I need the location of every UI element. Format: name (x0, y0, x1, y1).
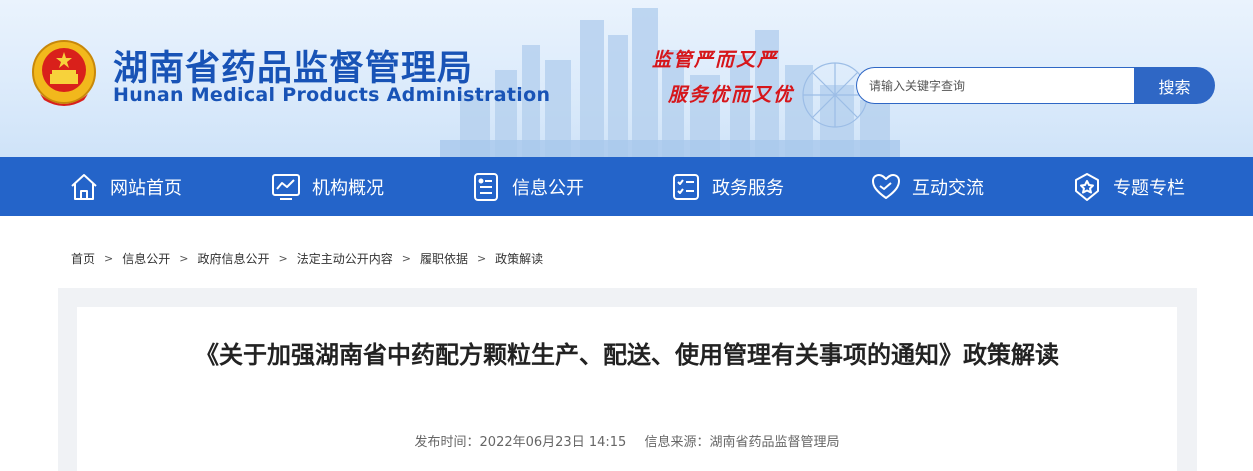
nav-label: 网站首页 (110, 177, 182, 199)
article-panel: 《关于加强湖南省中药配方颗粒生产、配送、使用管理有关事项的通知》政策解读 发布时… (77, 307, 1177, 471)
breadcrumb: 首页 > 信息公开 > 政府信息公开 > 法定主动公开内容 > 履职依据 > 政… (71, 250, 543, 267)
breadcrumb-statutory-content[interactable]: 法定主动公开内容 (297, 250, 393, 267)
nav-label: 专题专栏 (1113, 177, 1185, 199)
breadcrumb-separator: > (476, 252, 487, 265)
breadcrumb-duty-basis[interactable]: 履职依据 (420, 250, 468, 267)
site-header: 湖南省药品监督管理局 Hunan Medical Products Admini… (0, 0, 1253, 157)
search-box: 搜索 (856, 67, 1215, 104)
nav-item-interaction[interactable]: 互动交流 (870, 157, 984, 216)
slogan-line-1: 监管严而又严 (652, 49, 779, 71)
nav-label: 信息公开 (512, 177, 584, 199)
breadcrumb-home[interactable]: 首页 (71, 250, 95, 267)
heart-hands-icon (872, 173, 900, 199)
breadcrumb-separator: > (179, 252, 189, 265)
nav-item-special-topics[interactable]: 专题专栏 (1071, 157, 1185, 216)
site-subtitle-english: Hunan Medical Products Administration (113, 84, 551, 106)
home-icon (71, 173, 97, 200)
checklist-icon (673, 173, 699, 200)
chart-monitor-icon (272, 173, 300, 200)
nav-item-home[interactable]: 网站首页 (68, 157, 182, 216)
nav-label: 互动交流 (912, 177, 984, 199)
nav-item-info-disclosure[interactable]: 信息公开 (470, 157, 584, 216)
search-input[interactable] (856, 67, 1136, 104)
city-skyline-illustration (440, 8, 900, 157)
breadcrumb-info-disclosure[interactable]: 信息公开 (122, 250, 170, 267)
breadcrumb-separator: > (104, 252, 114, 265)
search-button[interactable]: 搜索 (1134, 67, 1215, 104)
nav-label: 政务服务 (712, 177, 784, 199)
nav-item-government-services[interactable]: 政务服务 (670, 157, 784, 216)
article-title: 《关于加强湖南省中药配方颗粒生产、配送、使用管理有关事项的通知》政策解读 (195, 341, 1059, 369)
main-navigation: 网站首页 机构概况 信息公开 政务服务 互动交流 专题专栏 (0, 157, 1253, 216)
info-source: 信息来源：湖南省药品监督管理局 (644, 435, 840, 450)
info-document-icon (474, 172, 498, 201)
publish-time: 发布时间：2022年06月23日 14:15 (414, 435, 627, 450)
article-meta: 发布时间：2022年06月23日 14:15 信息来源：湖南省药品监督管理局 (77, 431, 1177, 450)
star-badge-icon (1075, 172, 1099, 201)
nav-item-organization[interactable]: 机构概况 (270, 157, 384, 216)
breadcrumb-government-info[interactable]: 政府信息公开 (197, 250, 269, 267)
breadcrumb-separator: > (278, 252, 288, 265)
nav-label: 机构概况 (312, 177, 384, 199)
national-emblem-logo (32, 40, 96, 106)
breadcrumb-policy-interpretation[interactable]: 政策解读 (495, 250, 543, 267)
breadcrumb-separator: > (401, 252, 411, 265)
slogan-line-2: 服务优而又优 (668, 84, 795, 106)
